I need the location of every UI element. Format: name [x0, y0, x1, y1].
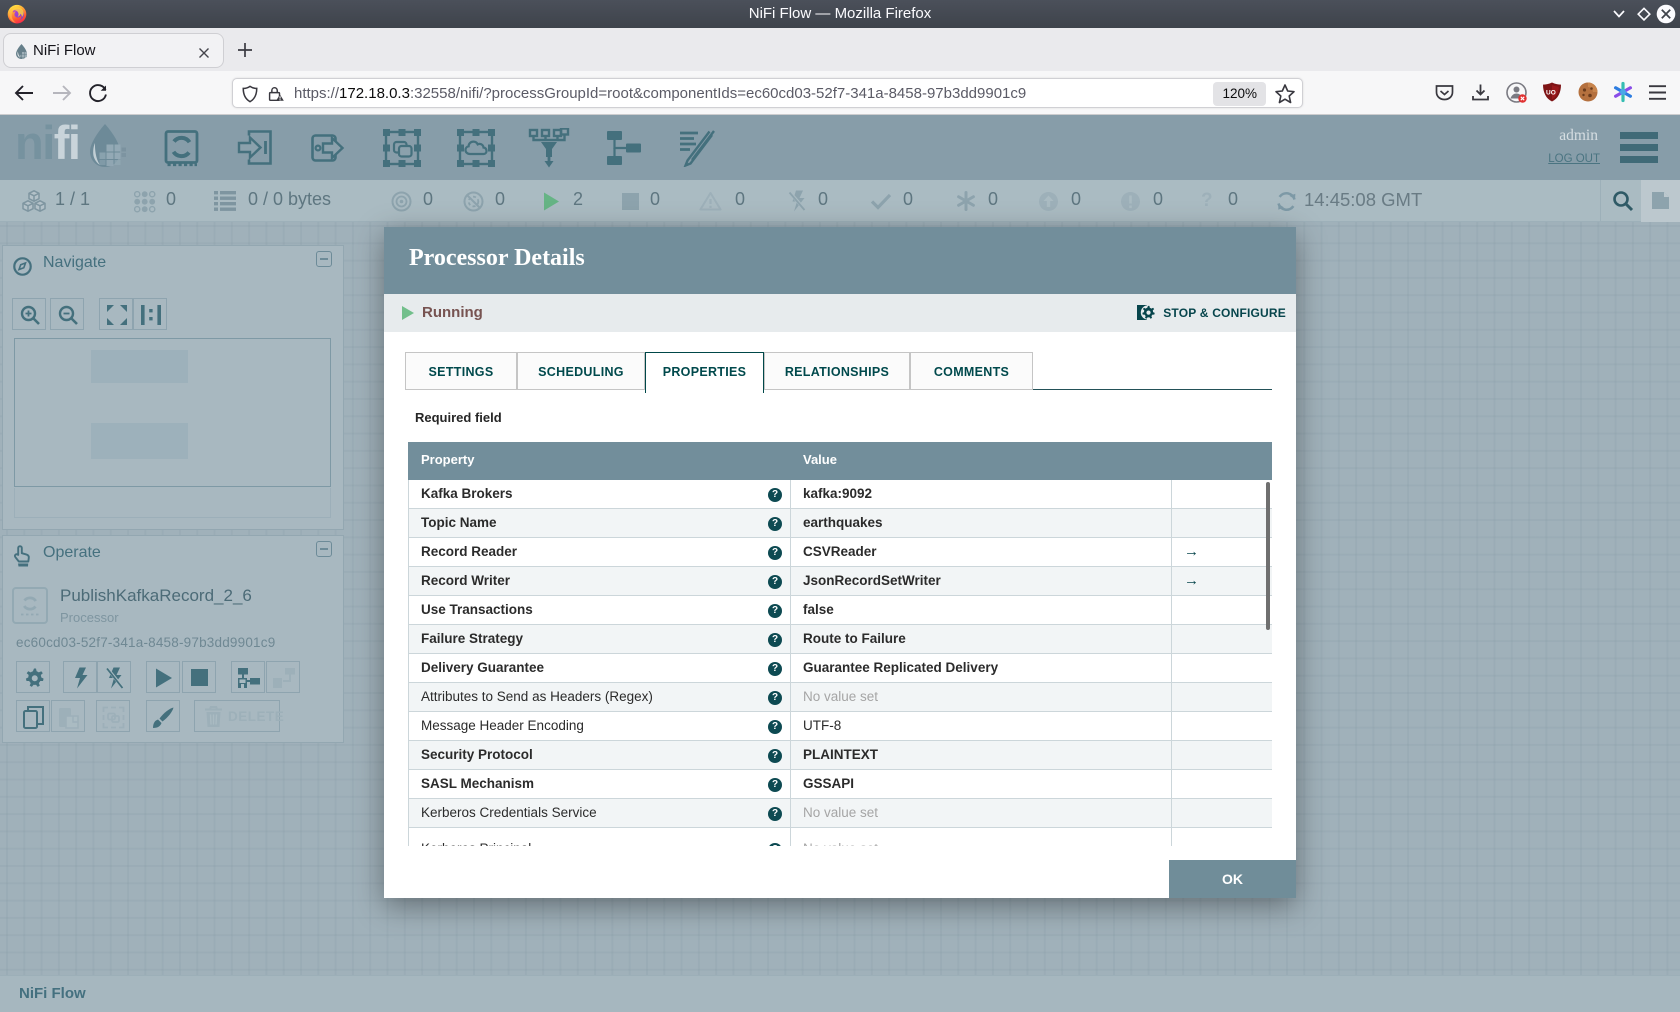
svg-text:UO: UO — [1546, 90, 1556, 97]
